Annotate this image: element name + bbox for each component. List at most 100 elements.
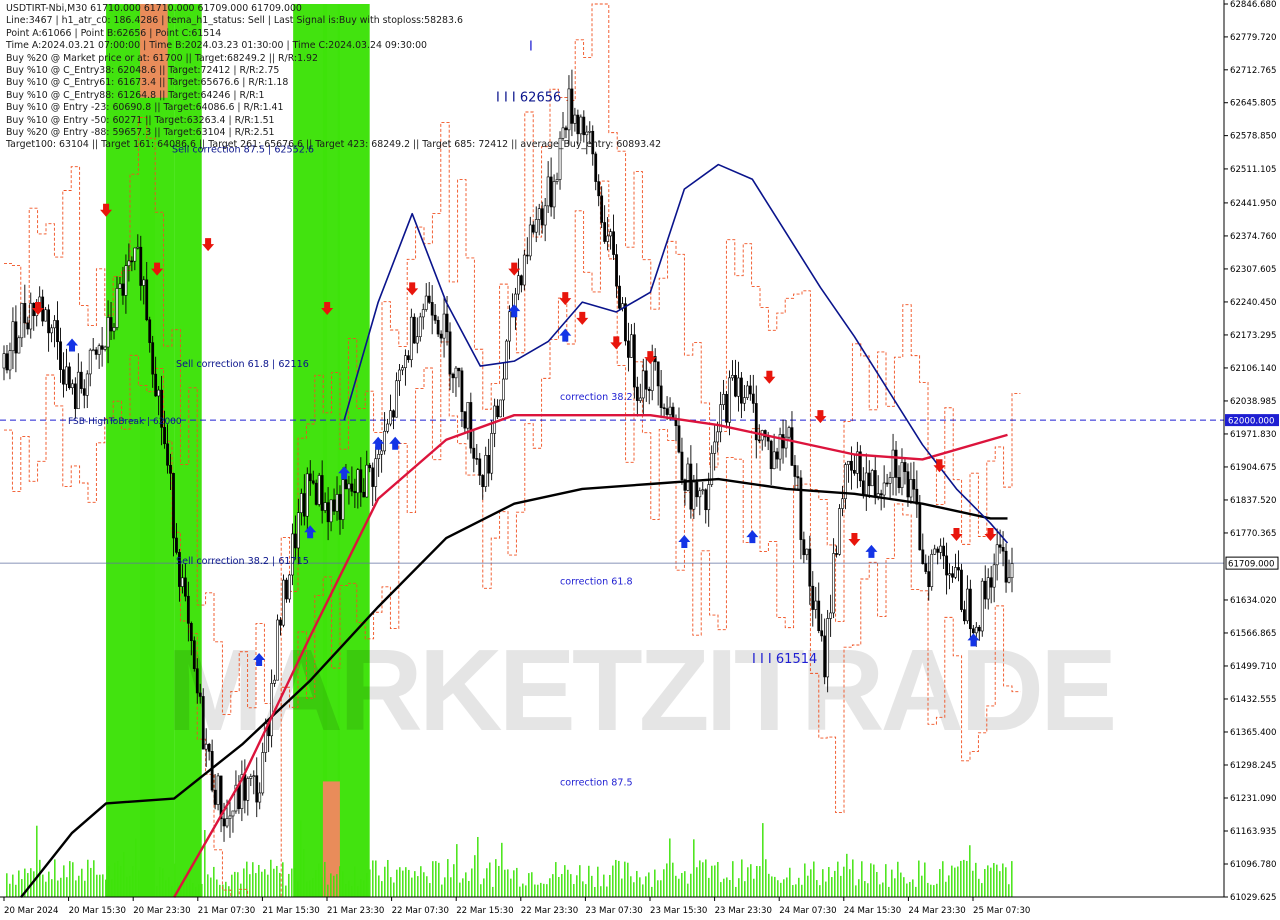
volume-bar: [396, 869, 398, 897]
y-tick-label: 61029.625: [1230, 893, 1276, 903]
volume-bar: [15, 884, 17, 897]
candle-body: [252, 775, 256, 777]
candle-body: [460, 370, 464, 413]
candle-body: [445, 313, 449, 333]
volume-bar: [378, 875, 380, 897]
candle-body: [701, 489, 705, 492]
candle-body: [989, 577, 993, 588]
candle-body: [47, 309, 51, 334]
volume-bar: [207, 874, 209, 897]
candle-body: [603, 222, 607, 242]
candle-body: [97, 345, 101, 355]
candle-body: [50, 327, 53, 334]
volume-bar: [507, 869, 509, 897]
volume-bar: [381, 881, 383, 897]
candle-body: [781, 434, 785, 449]
candle-body: [900, 462, 904, 489]
y-tick-label: 61770.365: [1230, 529, 1276, 539]
candle-body: [151, 342, 155, 375]
volume-bar: [417, 876, 419, 897]
candle-body: [323, 502, 327, 511]
volume-bar: [456, 844, 458, 897]
candle-body: [772, 451, 776, 470]
candle-body: [79, 371, 83, 389]
candle-body: [1001, 547, 1005, 552]
candle-body: [835, 553, 838, 555]
volume-bar: [354, 866, 356, 897]
candle-body: [528, 224, 532, 257]
candle-body: [707, 484, 711, 511]
volume-bar: [237, 872, 239, 897]
volume-bar: [753, 878, 755, 897]
y-tick-label: 61837.520: [1230, 496, 1276, 506]
volume-bar: [111, 879, 113, 897]
volume-bar: [480, 884, 482, 897]
sell-arrow-icon: [848, 532, 861, 546]
volume-bar: [513, 870, 515, 897]
candle-body: [939, 545, 943, 553]
candle-body: [76, 371, 80, 409]
info-line: Target100: 63104 || Target 161: 64086.6 …: [6, 139, 662, 151]
volume-bar: [819, 885, 821, 897]
y-tick-label: 62240.450: [1230, 298, 1276, 308]
volume-bar: [873, 864, 875, 897]
candle-body: [472, 447, 476, 459]
volume-bar: [918, 860, 920, 897]
volume-bar: [156, 886, 158, 897]
candle-body: [112, 327, 116, 332]
volume-bar: [807, 875, 809, 897]
candle-body: [912, 479, 916, 490]
candle-body: [82, 388, 86, 396]
candle-body: [469, 402, 473, 449]
y-tick-label: 62307.605: [1230, 265, 1276, 275]
candle-body: [8, 350, 12, 371]
sell-arrow-icon: [984, 528, 997, 542]
candle-body: [118, 283, 122, 289]
volume-bar: [153, 861, 155, 897]
volume-bar: [45, 881, 47, 897]
volume-bar: [522, 883, 524, 897]
sell-arrow-icon: [576, 311, 589, 325]
candle-body: [719, 404, 723, 433]
volume-bar: [744, 881, 746, 897]
candle-body: [213, 789, 217, 805]
candle-body: [53, 320, 56, 329]
volume-bar: [999, 871, 1001, 897]
volume-bar: [174, 863, 176, 897]
x-tick-label: 20 Mar 2024: [4, 906, 58, 916]
volume-bar: [399, 867, 401, 897]
volume-bar: [771, 876, 773, 897]
candle-body: [742, 397, 746, 404]
candle-body: [968, 588, 972, 630]
volume-bar: [684, 871, 686, 897]
candle-body: [802, 539, 806, 556]
volume-bar: [822, 869, 824, 897]
volume-bar: [141, 884, 143, 897]
volume-bar: [723, 878, 725, 897]
candle-body: [374, 458, 378, 487]
candle-body: [406, 355, 410, 361]
y-tick-label: 62441.950: [1230, 199, 1276, 209]
volume-bar: [438, 862, 440, 897]
candle-body: [430, 302, 434, 316]
volume-bar: [891, 869, 893, 897]
candle-body: [847, 460, 850, 465]
volume-bar: [828, 867, 830, 897]
volume-bar: [705, 859, 707, 897]
volume-bar: [900, 872, 902, 897]
annotation-label: FSB-HighToBreak | 62000: [68, 417, 182, 427]
candle-body: [392, 410, 395, 418]
volume-bar: [57, 880, 59, 897]
candle-body: [891, 449, 895, 478]
x-tick-label: 22 Mar 07:30: [392, 906, 449, 916]
info-line: Buy %10 @ Entry -23: 60690.8 || Target:6…: [6, 102, 284, 114]
candle-body: [347, 483, 351, 490]
volume-bar: [309, 880, 311, 897]
candle-body: [998, 544, 1002, 548]
candle-body: [249, 776, 253, 779]
volume-bar: [603, 874, 605, 897]
candle-body: [787, 427, 791, 438]
volume-bar: [108, 866, 110, 897]
annotation-label: correction 38.2: [560, 392, 633, 403]
candle-body: [157, 389, 161, 397]
